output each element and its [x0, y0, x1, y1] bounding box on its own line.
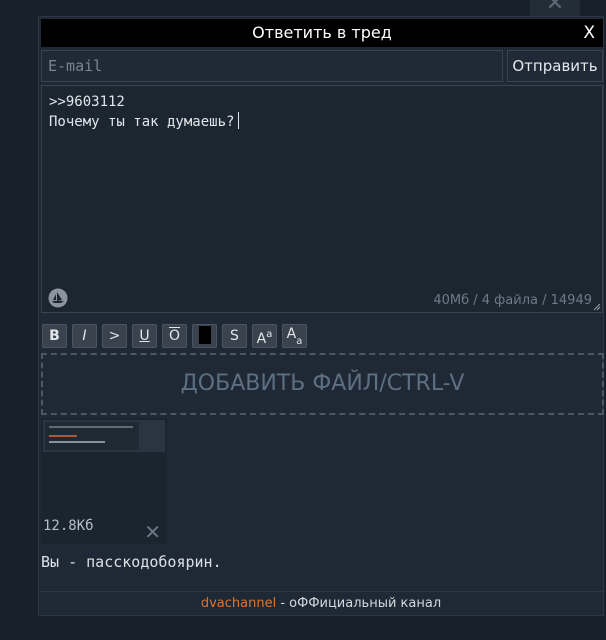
- message-text: Почему ты так думаешь?: [49, 114, 235, 130]
- send-button[interactable]: Отправить: [507, 50, 603, 82]
- spoiler-button[interactable]: [192, 324, 217, 348]
- thumbnail-line: [49, 435, 77, 437]
- message-reply-link: >>9603112: [49, 94, 125, 110]
- passcode-caption: Вы - пасскодобоярин.: [41, 553, 222, 571]
- form-header[interactable]: Ответить в тред X: [41, 19, 603, 47]
- footer-channel-link[interactable]: dvachannel: [201, 596, 276, 611]
- spoiler-swatch: [198, 326, 211, 344]
- strike-button[interactable]: S: [222, 324, 247, 348]
- superscript-small: a: [266, 329, 273, 340]
- bold-button[interactable]: B: [42, 324, 67, 348]
- thumbnail-preview: [45, 422, 139, 450]
- quote-button[interactable]: >: [102, 324, 127, 348]
- subscript-small: a: [296, 336, 303, 347]
- footer-text: - оФФициальный канал: [276, 596, 442, 611]
- close-icon[interactable]: X: [583, 19, 595, 47]
- form-title: Ответить в тред: [252, 23, 392, 42]
- message-textarea[interactable]: >>9603112 Почему ты так думаешь? 40Мб / …: [41, 85, 603, 313]
- underline-button[interactable]: U: [132, 324, 157, 348]
- reply-form: Ответить в тред X Отправить >>9603112 По…: [38, 16, 604, 616]
- file-dropzone[interactable]: ДОБАВИТЬ ФАЙЛ/CTRL-V: [41, 353, 604, 415]
- superscript-button[interactable]: Aa: [252, 324, 277, 348]
- attachment-card: 12.8Кб ✕: [41, 418, 167, 544]
- attachment-thumbnail[interactable]: [43, 420, 165, 452]
- footer: dvachannel - оФФициальный канал: [39, 591, 603, 616]
- text-caret: [238, 112, 240, 129]
- thumbnail-line: [49, 441, 105, 443]
- remove-file-icon[interactable]: ✕: [144, 522, 161, 542]
- thumbnail-line: [49, 426, 133, 428]
- email-field[interactable]: [41, 50, 503, 82]
- italic-button[interactable]: I: [72, 324, 97, 348]
- ship-icon[interactable]: [48, 288, 68, 308]
- overline-button[interactable]: O: [162, 324, 187, 348]
- superscript-main: A: [256, 331, 267, 347]
- subscript-button[interactable]: Aa: [282, 324, 307, 348]
- limits-counter: 40Мб / 4 файла / 14949: [433, 293, 592, 308]
- resize-icon[interactable]: [593, 303, 601, 311]
- subscript-main: A: [286, 326, 297, 342]
- file-size: 12.8Кб: [43, 518, 94, 534]
